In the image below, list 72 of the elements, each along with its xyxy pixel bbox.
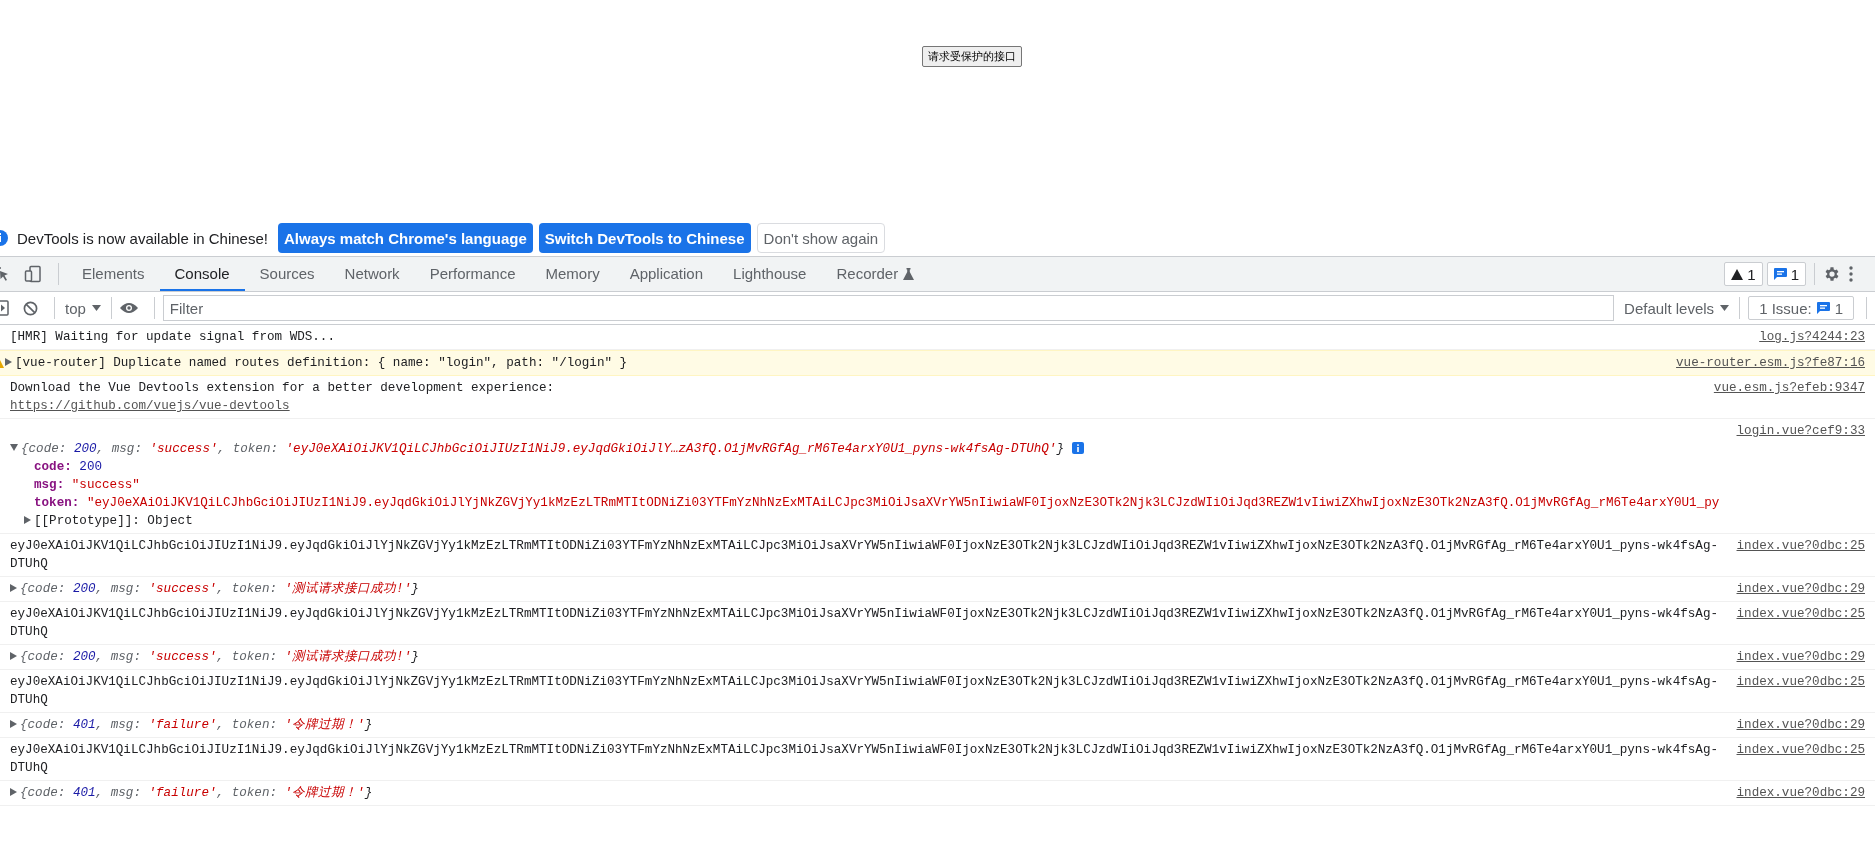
banner-button[interactable]: Don't show again: [756, 223, 886, 253]
clear-console-icon[interactable]: [23, 300, 38, 316]
banner-button[interactable]: Switch DevTools to Chinese: [538, 223, 751, 253]
levels-dropdown[interactable]: Default levels: [1622, 299, 1732, 317]
banner-message: DevTools is now available in Chinese!: [17, 229, 268, 247]
source-link[interactable]: vue.esm.js?efeb:9347: [1713, 379, 1865, 397]
console-message: eyJ0eXAiOiJKV1QiLCJhbGciOiJIUzI1NiJ9.eyJqdGkiOiJlYjNkZGVjYy1kMzEzLTRmMTItODNiZi03YTFmYzNhNzExMTAiLCJpc3MiOiJsaXVrYW5nIiwiaWF0IjoxNzE3OTk2Njk3LCJzdWIiOiJqd3REZW1vIiwiZXhwIjoxNzE3OTk2NzA3fQ.O1jMvRGfAg_rM6Te4arxY0U1_pyns-wk4fsAg-DTUhQ: [10, 742, 1719, 777]
collapse-arrow-icon[interactable]: [10, 444, 18, 451]
inspect-icon[interactable]: [0, 265, 10, 283]
url-link[interactable]: https://github.com/vuejs/vue-devtools: [10, 397, 1714, 415]
warnings-counter[interactable]: 1: [1724, 262, 1763, 286]
source-link[interactable]: index.vue?0dbc:25: [1736, 741, 1865, 759]
object-summary: {code: 200, msg: 'success', token: '测试请求接口成功!'}: [20, 648, 419, 666]
object-summary: {code: 200, msg: 'success', token: '测试请求接口成功!'}: [20, 580, 419, 598]
filter-field[interactable]: Filter: [162, 295, 1615, 321]
expand-arrow-icon[interactable]: [10, 652, 17, 660]
issues-button[interactable]: 1 Issue: 1: [1748, 296, 1854, 320]
messages-counter[interactable]: 1: [1766, 262, 1806, 286]
object-summary: {code: 200, msg: 'success', token: 'eyJ0eXAiOiJKV1QiLCJhbGciOiJIUzI1NiJ9.eyJqdGkiOiJlY…zA3fQ.O1jMvRGfAg_rM6Te4arxY0U1_pyns-wk4fsAg-DTUhQ'}: [21, 441, 1064, 458]
devtools-tab[interactable]: Application: [614, 257, 719, 291]
message-icon: [1773, 268, 1787, 280]
devtools-tab[interactable]: Sources: [244, 257, 330, 291]
source-link[interactable]: vue-router.esm.js?fe87:16: [1676, 354, 1865, 372]
settings-icon[interactable]: [1823, 265, 1841, 283]
source-link[interactable]: index.vue?0dbc:25: [1736, 537, 1865, 555]
device-toolbar-icon[interactable]: [24, 265, 42, 283]
devtools-tab[interactable]: Lighthouse: [718, 257, 822, 291]
expand-arrow-icon[interactable]: [10, 788, 17, 796]
console-message: eyJ0eXAiOiJKV1QiLCJhbGciOiJIUzI1NiJ9.eyJqdGkiOiJlYjNkZGVjYy1kMzEzLTRmMTItODNiZi03YTFmYzNhNzExMTAiLCJpc3MiOiJsaXVrYW5nIiwiaWF0IjoxNzE3OTk2Njk3LCJzdWIiOiJqd3REZW1vIiwiZXhwIjoxNzE3OTk2NzA3fQ.O1jMvRGfAg_rM6Te4arxY0U1_pyns-wk4fsAg-DTUhQ: [10, 538, 1719, 573]
object-property: token: "eyJ0eXAiOiJKV1QiLCJhbGciOiJIUzI1NiJ9.eyJqdGkiOiJlYjNkZGVjYy1kMzEzLTRmMTItODNiZi03YTFmYzNhNzExMTAiLCJpc3MiOiJsaXVrYW5nIiwiaWF0IjoxNzE3OTk2Njk3LCJzdWIiOiJqd3REZW1vIiwiZXhwIjoxNzE3OTk2NzA3fQ.O1jMvRGfAg_rM6Te4arxY0U1_py: [33, 495, 1721, 512]
console-message: [vue-router] Duplicate named routes definition: { name: "login", path: "/login" }: [15, 355, 628, 372]
expand-arrow-icon[interactable]: [10, 584, 17, 592]
eye-icon[interactable]: [119, 302, 138, 314]
object-property: code: 200: [33, 459, 104, 476]
warning-icon: [0, 358, 4, 368]
devtools-tab[interactable]: Performance: [414, 257, 531, 291]
more-options-icon[interactable]: [1849, 266, 1853, 282]
flask-icon: [903, 268, 915, 280]
expand-arrow-icon[interactable]: [24, 516, 31, 524]
devtools-tab[interactable]: Recorder: [821, 257, 914, 291]
source-link[interactable]: index.vue?0dbc:29: [1736, 580, 1865, 598]
console-message: [HMR] Waiting for update signal from WDS...: [10, 329, 336, 346]
console-message: eyJ0eXAiOiJKV1QiLCJhbGciOiJIUzI1NiJ9.eyJqdGkiOiJlYjNkZGVjYy1kMzEzLTRmMTItODNiZi03YTFmYzNhNzExMTAiLCJpc3MiOiJsaXVrYW5nIiwiaWF0IjoxNzE3OTk2Njk3LCJzdWIiOiJqd3REZW1vIiwiZXhwIjoxNzE3OTk2NzA3fQ.O1jMvRGfAg_rM6Te4arxY0U1_pyns-wk4fsAg-DTUhQ: [10, 674, 1719, 709]
console-message: eyJ0eXAiOiJKV1QiLCJhbGciOiJIUzI1NiJ9.eyJqdGkiOiJlYjNkZGVjYy1kMzEzLTRmMTItODNiZi03YTFmYzNhNzExMTAiLCJpc3MiOiJsaXVrYW5nIiwiaWF0IjoxNzE3OTk2Njk3LCJzdWIiOiJqd3REZW1vIiwiZXhwIjoxNzE3OTk2NzA3fQ.O1jMvRGfAg_rM6Te4arxY0U1_pyns-wk4fsAg-DTUhQ: [10, 606, 1719, 641]
object-summary: {code: 401, msg: 'failure', token: '令牌过期！'}: [20, 716, 373, 734]
source-link[interactable]: index.vue?0dbc:29: [1736, 784, 1865, 802]
caret-icon: [1720, 305, 1730, 311]
object-prototype: [[Prototype]]: Object: [34, 513, 193, 530]
info-icon: [0, 229, 9, 247]
protected-api-button[interactable]: 请求受保护的接口: [921, 46, 1022, 67]
sidebar-toggle-icon[interactable]: [0, 300, 9, 316]
expand-arrow-icon[interactable]: [5, 358, 12, 366]
devtools-tab[interactable]: Memory: [530, 257, 615, 291]
source-link[interactable]: index.vue?0dbc:29: [1736, 648, 1865, 666]
source-link[interactable]: login.vue?cef9:33: [1736, 422, 1865, 440]
source-link[interactable]: log.js?4244:23: [1759, 328, 1865, 346]
banner-button[interactable]: Always match Chrome's language: [277, 223, 533, 253]
source-link[interactable]: index.vue?0dbc:25: [1736, 673, 1865, 691]
source-link[interactable]: index.vue?0dbc:25: [1736, 605, 1865, 623]
object-summary: {code: 401, msg: 'failure', token: '令牌过期！'}: [20, 784, 373, 802]
devtools-tab[interactable]: Elements: [67, 257, 160, 291]
message-icon: [1816, 302, 1830, 314]
expand-arrow-icon[interactable]: [10, 720, 17, 728]
caret-icon: [91, 305, 101, 311]
devtools-tab[interactable]: Network: [329, 257, 415, 291]
context-dropdown[interactable]: top: [63, 299, 103, 317]
devtools-tab[interactable]: Console: [159, 257, 245, 291]
console-message: Download the Vue Devtools extension for a better development experience:: [10, 380, 556, 397]
info-badge-icon[interactable]: [1072, 442, 1084, 454]
warning-triangle-icon: [1731, 268, 1744, 280]
object-property: msg: "success": [33, 477, 141, 494]
source-link[interactable]: index.vue?0dbc:29: [1736, 716, 1865, 734]
